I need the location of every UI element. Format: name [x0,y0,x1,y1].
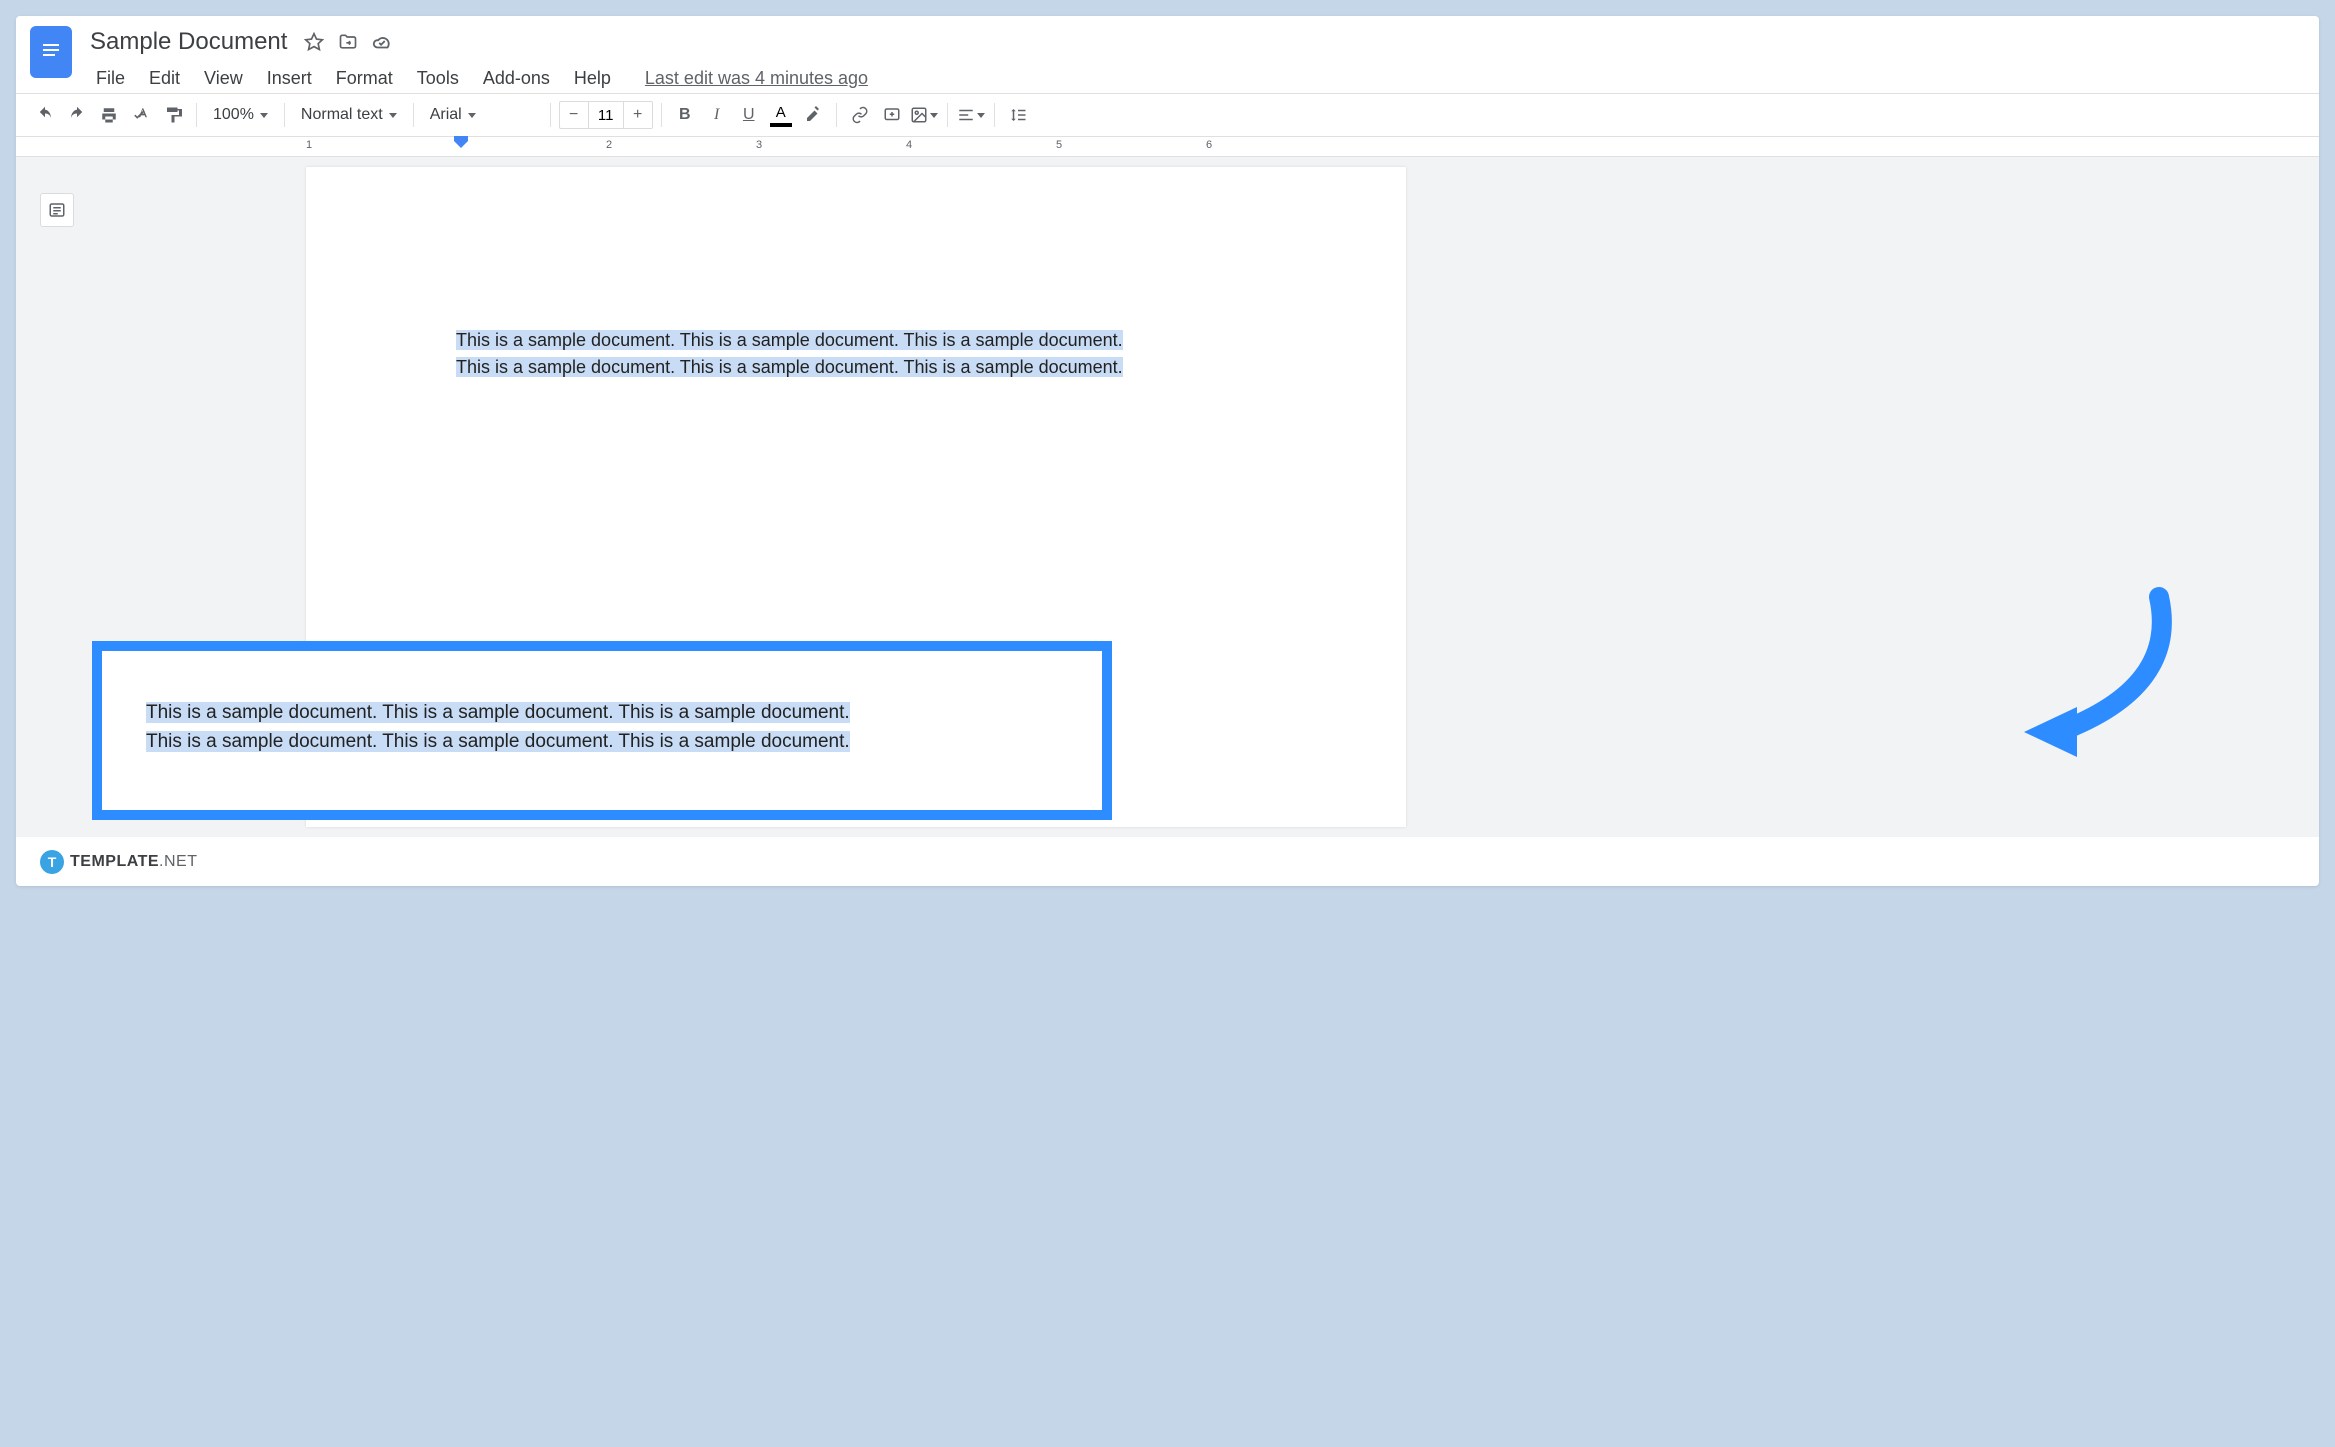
watermark: T TEMPLATE.NET [40,850,197,874]
caret-icon [468,113,476,118]
selected-text-line1[interactable]: This is a sample document. This is a sam… [456,330,1123,350]
docs-logo[interactable] [30,26,72,78]
menu-view[interactable]: View [194,64,253,93]
image-button[interactable] [909,100,939,130]
color-swatch [770,123,792,127]
separator [661,103,662,127]
ruler-tick-label: 4 [906,139,912,151]
menu-help[interactable]: Help [564,64,621,93]
title-icons [303,31,393,53]
font-value: Arial [430,106,462,124]
separator [550,103,551,127]
link-button[interactable] [845,100,875,130]
callout-text-line2: This is a sample document. This is a sam… [146,731,850,752]
watermark-icon: T [40,850,64,874]
ruler-tick-label: 1 [306,139,312,151]
caret-icon [260,113,268,118]
italic-button[interactable]: I [702,100,732,130]
bold-button[interactable]: B [670,100,700,130]
outline-button[interactable] [40,193,74,227]
undo-button[interactable] [30,100,60,130]
caret-icon [930,113,938,118]
menu-addons[interactable]: Add-ons [473,64,560,93]
style-value: Normal text [301,106,383,124]
ruler-tick-label: 5 [1056,139,1062,151]
zoom-dropdown[interactable]: 100% [205,102,276,128]
toolbar: 100% Normal text Arial − + B I U A [16,93,2319,137]
style-dropdown[interactable]: Normal text [293,102,405,128]
spellcheck-button[interactable] [126,100,156,130]
document-title[interactable]: Sample Document [86,26,291,58]
selected-text-line2[interactable]: This is a sample document. This is a sam… [456,357,1123,377]
ruler-tick-label: 6 [1206,139,1212,151]
line-spacing-button[interactable] [1003,100,1033,130]
zoom-value: 100% [213,106,254,124]
cloud-status-icon[interactable] [371,31,393,53]
move-folder-icon[interactable] [337,31,359,53]
menu-bar: File Edit View Insert Format Tools Add-o… [86,64,2305,93]
indent-marker-icon[interactable] [454,136,468,148]
caret-icon [977,113,985,118]
highlight-button[interactable] [798,100,828,130]
ruler-tick-label: 3 [756,139,762,151]
align-button[interactable] [956,100,986,130]
separator [994,103,995,127]
separator [413,103,414,127]
menu-file[interactable]: File [86,64,135,93]
print-button[interactable] [94,100,124,130]
font-size-decrease[interactable]: − [560,102,588,128]
callout-arrow-icon [1999,577,2199,777]
callout-box: This is a sample document. This is a sam… [92,641,1112,820]
menu-edit[interactable]: Edit [139,64,190,93]
font-dropdown[interactable]: Arial [422,102,542,128]
menu-insert[interactable]: Insert [257,64,322,93]
redo-button[interactable] [62,100,92,130]
text-color-button[interactable]: A [766,100,796,130]
star-icon[interactable] [303,31,325,53]
paint-format-button[interactable] [158,100,188,130]
font-size-increase[interactable]: + [624,102,652,128]
font-size-input[interactable] [588,102,624,128]
app-frame: Sample Document File Edit View [16,16,2319,886]
caret-icon [389,113,397,118]
menu-tools[interactable]: Tools [407,64,469,93]
separator [196,103,197,127]
callout-text-line1: This is a sample document. This is a sam… [146,702,850,723]
ruler[interactable]: 1 2 3 4 5 6 [16,137,2319,157]
header: Sample Document File Edit View [16,16,2319,93]
separator [284,103,285,127]
docs-logo-icon [39,38,63,66]
watermark-text: TEMPLATE.NET [70,853,197,871]
last-edit-link[interactable]: Last edit was 4 minutes ago [645,68,868,89]
workspace: This is a sample document. This is a sam… [16,157,2319,837]
menu-format[interactable]: Format [326,64,403,93]
header-content: Sample Document File Edit View [86,26,2305,93]
separator [836,103,837,127]
separator [947,103,948,127]
underline-button[interactable]: U [734,100,764,130]
ruler-tick-label: 2 [606,139,612,151]
ruler-marks: 1 2 3 4 5 6 [306,137,2319,156]
title-row: Sample Document [86,26,2305,58]
comment-button[interactable] [877,100,907,130]
font-size-group: − + [559,101,653,129]
